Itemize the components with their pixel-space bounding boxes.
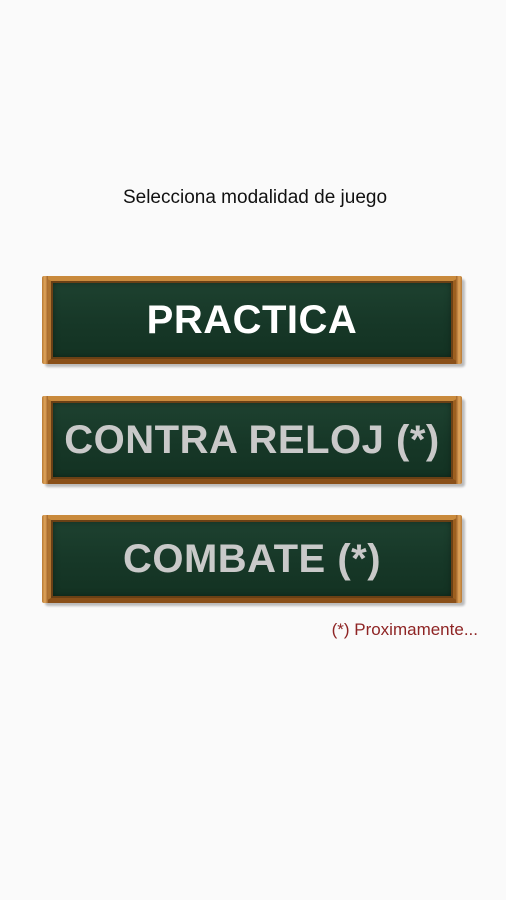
practica-mode-button[interactable]: PRACTICA [42, 276, 462, 364]
coming-soon-footnote: (*) Proximamente... [331, 620, 478, 639]
contra-reloj-mode-button[interactable]: CONTRA RELOJ (*) [42, 396, 462, 484]
contra-reloj-mode-label: CONTRA RELOJ (*) [64, 417, 440, 462]
screen-title: Selecciona modalidad de juego [122, 187, 388, 208]
combate-mode-label: COMBATE (*) [122, 536, 382, 581]
practica-mode-label: PRACTICA [146, 297, 358, 342]
combate-mode-button[interactable]: COMBATE (*) [42, 515, 462, 603]
